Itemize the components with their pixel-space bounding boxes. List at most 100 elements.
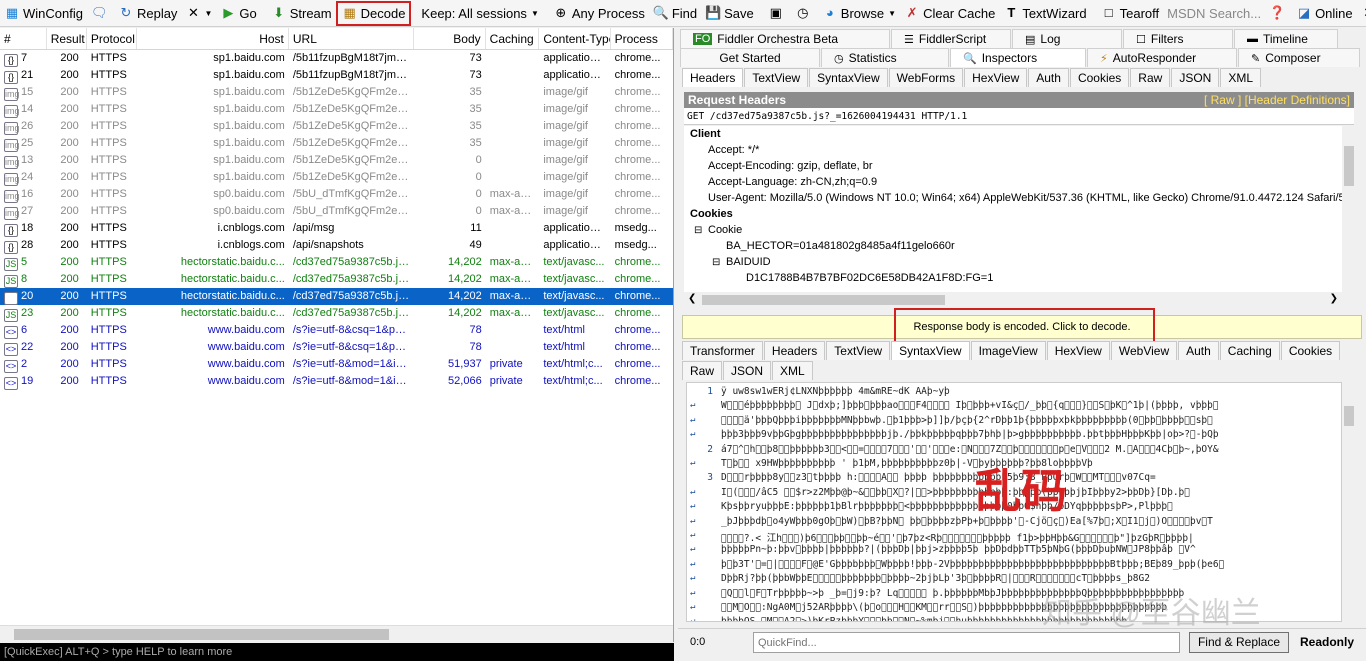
help-button[interactable]: ❓ [1265,1,1292,26]
request-tab-2[interactable]: SyntaxView [809,68,887,87]
table-row[interactable]: <> 2 200 HTTPS www.baidu.com/s?ie=utf-8&mod=… [0,356,673,373]
cookie-ba-hector[interactable]: BA_HECTOR=01a481802g8485a4f11gelo660r [726,239,955,254]
tree-group-cookies[interactable]: Cookies [690,207,733,222]
tab-fiddlerscript[interactable]: ☰ FiddlerScript [891,29,1011,48]
comment-button[interactable]: 🗨 [87,1,114,26]
scrollbar-thumb[interactable] [1344,406,1354,426]
quickexec-input[interactable]: [QuickExec] ALT+Q > type HELP to learn m… [0,643,674,661]
request-tab-4[interactable]: HexView [964,68,1027,87]
close-toolbar-button[interactable]: ✕ [1357,1,1366,26]
tab-orchestra[interactable]: FO Fiddler Orchestra Beta [680,29,890,48]
replay-button[interactable]: ↻ Replay [114,1,181,26]
tab-log[interactable]: ▤ Log [1012,29,1122,48]
tab-get-started[interactable]: Get Started [680,48,820,67]
response-tab-3[interactable]: SyntaxView [891,341,969,360]
request-tab-7[interactable]: Raw [1130,68,1170,87]
tab-filters[interactable]: ☐ Filters [1123,29,1233,48]
table-row[interactable]: <> 19 200 HTTPS www.baidu.com/s?ie=utf-8&mod… [0,373,673,390]
table-row[interactable]: img25 200 HTTPS sp1.baidu.com/5b1ZeDe5KgQFm… [0,135,673,152]
stream-button[interactable]: ⬇ Stream [267,1,336,26]
request-tab-9[interactable]: XML [1220,68,1261,87]
column-header[interactable]: Result [47,28,87,49]
request-tab-0[interactable]: Headers [682,68,743,87]
column-header[interactable]: URL [289,28,415,49]
chevron-left-icon[interactable]: ❮ [688,293,696,304]
keep-sessions-dropdown[interactable]: Keep: All sessions ▼ [417,1,542,26]
request-tab-8[interactable]: JSON [1171,68,1219,87]
sessions-hscrollbar[interactable] [0,625,673,642]
header-user-agent[interactable]: User-Agent: Mozilla/5.0 (Windows NT 10.0… [708,191,1342,206]
quickfind-input[interactable] [753,632,1180,653]
decode-button[interactable]: ▦ Decode [336,1,412,26]
table-row[interactable]: {} 28 200 HTTPS i.cnblogs.com/api/snapshots 4… [0,237,673,254]
tab-inspectors[interactable]: 🔍 Inspectors [950,48,1086,67]
scrollbar-thumb[interactable] [702,295,945,305]
collapse-icon[interactable]: ⊟ [712,255,720,270]
tab-statistics[interactable]: ◷ Statistics [821,48,949,67]
any-process-button[interactable]: ⊕ Any Process [549,1,649,26]
table-row[interactable]: JS 20 200 HTTPS hectorstatic.baidu.c.../cd37… [0,288,673,305]
response-tab-9[interactable]: Cookies [1281,341,1340,360]
table-row[interactable]: img16 200 HTTPS sp0.baidu.com/5bU_dTmfKgQFm… [0,186,673,203]
clear-cache-button[interactable]: ✗ Clear Cache [900,1,999,26]
table-row[interactable]: img14 200 HTTPS sp1.baidu.com/5b1ZeDe5KgQFm… [0,101,673,118]
find-replace-button[interactable]: Find & Replace [1189,632,1289,653]
response-tab-0[interactable]: Transformer [682,341,763,360]
response-tab-7[interactable]: Auth [1178,341,1219,360]
table-row[interactable]: {} 18 200 HTTPS i.cnblogs.com/api/msg 11 appli… [0,220,673,237]
request-tab-5[interactable]: Auth [1028,68,1069,87]
headers-vscrollbar[interactable] [1342,126,1356,292]
table-row[interactable]: {} 7 200 HTTPS sp1.baidu.com/5b11fzupBgM18t7… [0,50,673,67]
header-links[interactable]: [ Raw ] [Header Definitions] [1204,92,1350,108]
column-header[interactable]: Process [611,28,673,49]
table-row[interactable]: img24 200 HTTPS sp1.baidu.com/5b1ZeDe5KgQFm… [0,169,673,186]
table-row[interactable]: <> 22 200 HTTPS www.baidu.com/s?ie=utf-8&csq… [0,339,673,356]
table-row[interactable]: img13 200 HTTPS sp1.baidu.com/5b1ZeDe5KgQFm… [0,152,673,169]
response-tab-1[interactable]: Headers [764,341,825,360]
cookie-baiduid-value[interactable]: D1C1788B4B7B7BF02DC6E58DB42A1F8D:FG=1 [746,271,993,286]
tab-composer[interactable]: ✎ Composer [1238,48,1360,67]
response-tab-8[interactable]: Caching [1220,341,1280,360]
header-accept[interactable]: Accept: */* [708,143,759,158]
header-accept-encoding[interactable]: Accept-Encoding: gzip, deflate, br [708,159,872,174]
response-tab-2[interactable]: TextView [826,341,890,360]
textwizard-button[interactable]: T TextWizard [999,1,1090,26]
response-tab-6[interactable]: WebView [1111,341,1177,360]
request-tab-1[interactable]: TextView [744,68,808,87]
response-subtab-0[interactable]: Raw [682,361,722,380]
table-row[interactable]: JS 23 200 HTTPS hectorstatic.baidu.c... /cd37… [0,305,673,322]
column-header[interactable]: Body [414,28,485,49]
request-tab-6[interactable]: Cookies [1070,68,1129,87]
column-header[interactable]: Caching [486,28,540,49]
collapse-icon[interactable]: ⊟ [694,223,702,238]
go-button[interactable]: ▶ Go [216,1,260,26]
winconfig-button[interactable]: ▦ WinConfig [0,1,87,26]
tab-autoresponder[interactable]: ⚡ AutoResponder [1087,48,1237,67]
tree-node-baiduid[interactable]: BAIDUID [726,255,771,270]
table-row[interactable]: {} 21 200 HTTPS sp1.baidu.com/5b11fzupBgM18t… [0,67,673,84]
body-vscrollbar[interactable] [1342,382,1356,622]
response-subtab-2[interactable]: XML [772,361,813,380]
table-row[interactable]: img27 200 HTTPS sp0.baidu.com/5bU_dTmfKgQFm… [0,203,673,220]
table-row[interactable]: <> 6 200 HTTPS www.baidu.com/s?ie=utf-8&csq=… [0,322,673,339]
screenshot-button[interactable]: ▣ [764,1,791,26]
tearoff-button[interactable]: □ Tearoff [1097,1,1164,26]
header-accept-language[interactable]: Accept-Language: zh-CN,zh;q=0.9 [708,175,877,190]
table-row[interactable]: JS 8 200 HTTPS hectorstatic.baidu.c... /cd37e… [0,271,673,288]
headers-hscrollbar[interactable]: ❮ ❯ [684,292,1342,308]
column-header[interactable]: Protocol [87,28,137,49]
tree-group-client[interactable]: Client [690,127,721,142]
online-button[interactable]: ◪ Online [1292,1,1357,26]
column-header[interactable]: Content-Type [539,28,610,49]
tree-node-cookie[interactable]: Cookie [708,223,742,238]
table-row[interactable]: img26 200 HTTPS sp1.baidu.com/5b1ZeDe5KgQFm… [0,118,673,135]
browse-button[interactable]: ◕ Browse ▼ [818,1,900,26]
find-button[interactable]: 🔍 Find [649,1,701,26]
column-header[interactable]: # [0,28,47,49]
response-tab-5[interactable]: HexView [1047,341,1110,360]
scrollbar-thumb[interactable] [14,629,389,640]
column-header[interactable]: Host [137,28,289,49]
scrollbar-thumb[interactable] [1344,146,1354,186]
save-button[interactable]: 💾 Save [701,1,758,26]
table-row[interactable]: JS 5 200 HTTPS hectorstatic.baidu.c... /cd37e… [0,254,673,271]
